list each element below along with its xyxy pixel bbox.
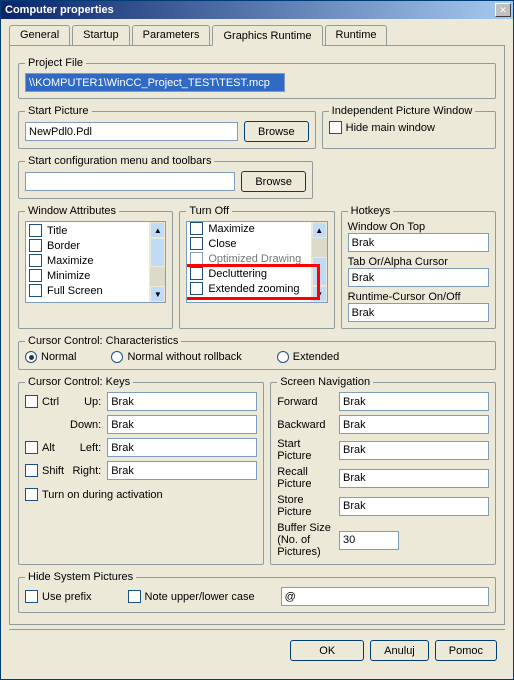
start-config-browse-button[interactable]: Browse: [241, 171, 306, 192]
list-item[interactable]: Border: [28, 238, 163, 253]
tab-runtime[interactable]: Runtime: [325, 25, 388, 45]
shift-checkbox[interactable]: Shift: [25, 464, 64, 477]
cursor-characteristics-group: Cursor Control: Characteristics Normal N…: [18, 335, 496, 370]
tab-startup[interactable]: Startup: [72, 25, 129, 45]
scrollbar[interactable]: ▲ ▼: [311, 222, 327, 302]
hotkey-runtime-cursor-label: Runtime-Cursor On/Off: [348, 291, 489, 303]
backward-label: Backward: [277, 419, 333, 431]
turn-on-activation-checkbox[interactable]: Turn on during activation: [25, 488, 163, 501]
hotkey-window-on-top-input[interactable]: [348, 233, 489, 252]
ipw-group: Independent Picture Window Hide main win…: [322, 105, 496, 149]
turn-off-listbox[interactable]: Maximize Close Optimized Drawing Declutt…: [186, 221, 327, 303]
close-button[interactable]: ✕: [495, 3, 511, 17]
buffer-size-label: Buffer Size (No. of Pictures): [277, 522, 333, 558]
scroll-down-icon[interactable]: ▼: [312, 286, 327, 302]
dialog-footer: OK Anuluj Pomoc: [9, 629, 505, 671]
start-picture-browse-button[interactable]: Browse: [244, 121, 309, 142]
store-picture-input[interactable]: [339, 497, 489, 516]
cursor-characteristics-legend: Cursor Control: Characteristics: [25, 335, 181, 347]
tab-graphics-runtime[interactable]: Graphics Runtime: [212, 25, 322, 46]
project-file-group: Project File: [18, 57, 496, 99]
left-label: Left:: [70, 442, 101, 454]
alt-checkbox[interactable]: Alt: [25, 441, 64, 454]
store-picture-label: Store Picture: [277, 494, 333, 518]
hotkey-tab-alpha-input[interactable]: [348, 268, 489, 287]
list-item[interactable]: Full Screen: [28, 283, 163, 298]
scroll-up-icon[interactable]: ▲: [150, 222, 165, 238]
down-label: Down:: [70, 419, 101, 431]
screen-navigation-group: Screen Navigation Forward Backward Start…: [270, 376, 496, 565]
ipw-legend: Independent Picture Window: [329, 105, 476, 117]
hide-main-window-checkbox[interactable]: Hide main window: [329, 121, 435, 134]
tab-strip: General Startup Parameters Graphics Runt…: [9, 25, 505, 46]
tab-general[interactable]: General: [9, 25, 70, 45]
backward-input[interactable]: [339, 415, 489, 434]
cursor-keys-group: Cursor Control: Keys Ctrl Up: Down: Alt …: [18, 376, 264, 565]
right-input[interactable]: [107, 461, 257, 480]
scroll-down-icon[interactable]: ▼: [150, 286, 165, 302]
recall-picture-input[interactable]: [339, 469, 489, 488]
hotkey-window-on-top-label: Window On Top: [348, 221, 489, 233]
hotkey-runtime-cursor-input[interactable]: [348, 303, 489, 322]
up-label: Up:: [70, 396, 101, 408]
forward-input[interactable]: [339, 392, 489, 411]
recall-picture-label: Recall Picture: [277, 466, 333, 490]
project-file-input[interactable]: [25, 73, 285, 92]
radio-extended[interactable]: Extended: [277, 351, 339, 363]
titlebar: Computer properties ✕: [1, 1, 513, 19]
hotkeys-group: Hotkeys Window On Top Tab Or/Alpha Curso…: [341, 205, 496, 329]
use-prefix-checkbox[interactable]: Use prefix: [25, 590, 92, 603]
cancel-button[interactable]: Anuluj: [370, 640, 429, 661]
note-case-checkbox[interactable]: Note upper/lower case: [128, 590, 255, 603]
list-item[interactable]: Title: [28, 223, 163, 238]
screen-navigation-legend: Screen Navigation: [277, 376, 373, 388]
window-attributes-group: Window Attributes Title Border Maximize …: [18, 205, 173, 329]
list-item[interactable]: Optimized Drawing: [189, 251, 324, 266]
start-picture-input[interactable]: [25, 122, 238, 141]
start-picture-group: Start Picture Browse: [18, 105, 316, 149]
start-config-legend: Start configuration menu and toolbars: [25, 155, 214, 167]
radio-normal[interactable]: Normal: [25, 351, 76, 363]
cursor-keys-legend: Cursor Control: Keys: [25, 376, 133, 388]
scroll-up-icon[interactable]: ▲: [312, 222, 327, 238]
start-config-input[interactable]: [25, 172, 235, 191]
ok-button[interactable]: OK: [290, 640, 364, 661]
up-input[interactable]: [107, 392, 257, 411]
prefix-input[interactable]: [281, 587, 489, 606]
start-picture-nav-input[interactable]: [339, 441, 489, 460]
start-picture-legend: Start Picture: [25, 105, 92, 117]
properties-window: Computer properties ✕ General Startup Pa…: [0, 0, 514, 680]
start-picture-label: Start Picture: [277, 438, 333, 462]
hotkey-tab-alpha-label: Tab Or/Alpha Cursor: [348, 256, 489, 268]
turn-off-legend: Turn Off: [186, 205, 232, 217]
window-attributes-listbox[interactable]: Title Border Maximize Minimize Full Scre…: [25, 221, 166, 303]
list-item[interactable]: Close: [189, 236, 324, 251]
scrollbar[interactable]: ▲ ▼: [149, 222, 165, 302]
start-config-group: Start configuration menu and toolbars Br…: [18, 155, 313, 199]
help-button[interactable]: Pomoc: [435, 640, 497, 661]
list-item[interactable]: Maximize: [189, 221, 324, 236]
scroll-thumb[interactable]: [312, 257, 327, 286]
project-file-legend: Project File: [25, 57, 86, 69]
window-title: Computer properties: [5, 4, 114, 16]
buffer-size-input[interactable]: [339, 531, 399, 550]
window-attributes-legend: Window Attributes: [25, 205, 119, 217]
list-item[interactable]: Minimize: [28, 268, 163, 283]
down-input[interactable]: [107, 415, 257, 434]
radio-normal-without-rollback[interactable]: Normal without rollback: [111, 351, 241, 363]
tab-parameters[interactable]: Parameters: [132, 25, 211, 45]
right-label: Right:: [70, 465, 101, 477]
tab-body: Project File Start Picture Browse Indepe…: [9, 46, 505, 625]
list-item[interactable]: Decluttering: [189, 266, 324, 281]
list-item[interactable]: Maximize: [28, 253, 163, 268]
hotkeys-legend: Hotkeys: [348, 205, 394, 217]
left-input[interactable]: [107, 438, 257, 457]
scroll-thumb[interactable]: [150, 238, 165, 267]
hide-system-legend: Hide System Pictures: [25, 571, 136, 583]
forward-label: Forward: [277, 396, 333, 408]
ctrl-checkbox[interactable]: Ctrl: [25, 395, 64, 408]
list-item[interactable]: Extended zooming: [189, 281, 324, 296]
turn-off-group: Turn Off Maximize Close Optimized Drawin…: [179, 205, 334, 329]
hide-system-pictures-group: Hide System Pictures Use prefix Note upp…: [18, 571, 496, 613]
